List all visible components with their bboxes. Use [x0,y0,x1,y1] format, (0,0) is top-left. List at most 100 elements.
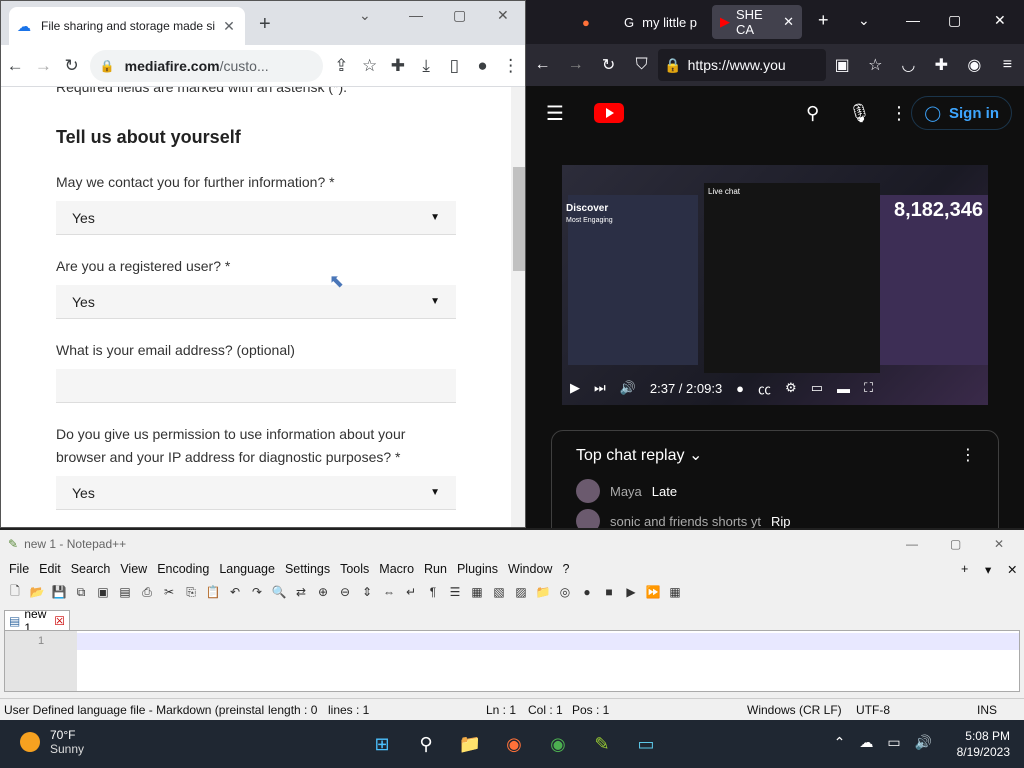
copy-icon[interactable]: ⎘ [182,585,200,600]
menu-help[interactable]: ? [557,562,574,576]
registered-select[interactable]: Yes ▼ [56,285,456,319]
redo-icon[interactable]: ↷ [248,585,266,599]
profile-icon[interactable]: ● [468,56,496,76]
reload-icon[interactable]: ↻ [592,55,625,75]
maximize-button[interactable]: ▢ [948,12,961,29]
save-icon[interactable]: 💾 [50,585,68,599]
extensions-icon[interactable]: ✚ [925,55,958,75]
volume-icon[interactable]: 🔊 [620,380,636,396]
back-icon[interactable]: ← [1,56,29,76]
editor-area[interactable]: 1 [4,630,1020,692]
more-options-icon[interactable]: ⋮ [960,445,976,465]
reload-icon[interactable]: ↻ [57,56,85,76]
close-all-icon[interactable]: ▤ [116,585,134,599]
address-bar[interactable]: 🔒 https://www.you [658,49,826,81]
minimize-button[interactable]: — [906,12,920,28]
menu-icon[interactable]: ⋮ [497,56,525,76]
dropdown-icon[interactable]: ▾ [980,562,996,577]
new-file-icon[interactable]: 🗋 [6,582,24,603]
more-options-icon[interactable]: ⋮ [890,103,908,124]
close-tab-icon[interactable]: ✕ [783,14,794,30]
open-file-icon[interactable]: 📂 [28,585,46,599]
video-player[interactable]: Live chat Discover Most Engaging 8,182,3… [562,165,988,405]
chrome-icon[interactable]: ◉ [542,728,574,760]
volume-icon[interactable]: 🔊 [915,734,932,751]
maximize-button[interactable]: ▢ [950,537,961,551]
page-scrollbar[interactable] [511,87,525,527]
forward-icon[interactable]: → [559,56,592,74]
play-icon[interactable]: ▶ [570,380,580,396]
menu-file[interactable]: File [4,562,34,576]
shield-icon[interactable]: ⛉ [625,56,658,74]
close-window-button[interactable]: ✕ [994,537,1004,551]
theater-icon[interactable]: ▬ [837,381,850,396]
remote-desktop-icon[interactable]: ▭ [630,728,662,760]
menu-plugins[interactable]: Plugins [452,562,503,576]
save-macro-icon[interactable]: ▦ [666,585,684,599]
download-icon[interactable]: ⤓ [412,56,440,76]
tab-list-icon[interactable]: ⌄ [858,12,870,29]
forward-icon[interactable]: → [29,56,57,76]
tab-new-1[interactable]: ▤ new 1 ☒ [4,607,70,635]
share-icon[interactable]: ⇪ [327,56,355,76]
permission-select[interactable]: Yes ▼ [56,476,456,510]
next-icon[interactable]: ⏭ [594,380,606,396]
account-icon[interactable]: ◉ [958,55,991,75]
extensions-icon[interactable]: ✚ [384,56,412,76]
doc-map-icon[interactable]: ▧ [490,585,508,599]
tab-search-icon[interactable]: ⌄ [359,7,371,24]
folder-icon[interactable]: 📁 [534,585,552,599]
find-icon[interactable]: 🔍 [270,585,288,599]
menu-run[interactable]: Run [419,562,452,576]
minimize-button[interactable]: — [409,7,423,23]
sync-v-icon[interactable]: ⇕ [358,585,376,599]
undo-icon[interactable]: ↶ [226,585,244,599]
close-tab-icon[interactable]: ☒ [54,614,65,628]
play-multi-icon[interactable]: ⏩ [644,585,662,599]
autoplay-toggle-icon[interactable]: ● [736,381,744,396]
microphone-icon[interactable]: 🎙 [848,103,871,124]
maximize-button[interactable]: ▢ [453,7,466,24]
chrome-tab-mediafire[interactable]: ☁ File sharing and storage made si ✕ [9,7,245,45]
firefox-icon[interactable]: ◉ [498,728,530,760]
address-bar[interactable]: 🔒 mediafire.com /custo... [89,49,324,82]
network-icon[interactable]: ▭ [887,734,900,751]
cloud-off-icon[interactable]: ☁ [859,734,873,751]
menu-edit[interactable]: Edit [34,562,66,576]
fullscreen-icon[interactable]: ⛶ [864,380,873,396]
tab-youtube[interactable]: ▶ SHE CA ✕ [712,5,802,39]
captions-icon[interactable]: ㏄ [758,379,771,398]
new-tab-button[interactable]: + [259,13,271,36]
menu-language[interactable]: Language [214,562,280,576]
firefox-view-tab[interactable]: ● [574,5,598,39]
windows-start-icon[interactable]: ⊞ [366,728,398,760]
indent-guide-icon[interactable]: ☰ [446,585,464,599]
monitor-icon[interactable]: ◎ [556,585,574,599]
replace-icon[interactable]: ⇄ [292,585,310,599]
print-icon[interactable]: ⎙ [138,585,156,600]
notepadpp-icon[interactable]: ✎ [586,728,618,760]
menu-settings[interactable]: Settings [280,562,335,576]
menu-search[interactable]: Search [66,562,116,576]
zoom-in-icon[interactable]: ⊕ [314,585,332,599]
close-tab-icon[interactable]: ✕ [221,18,237,35]
settings-gear-icon[interactable]: ⚙ [785,380,797,396]
menu-view[interactable]: View [115,562,152,576]
contact-select[interactable]: Yes ▼ [56,201,456,235]
weather-widget[interactable]: 70°F Sunny [20,728,84,756]
play-macro-icon[interactable]: ▶ [622,585,640,599]
stop-icon[interactable]: ■ [600,585,618,599]
close-icon[interactable]: ▣ [94,585,112,599]
close-doc-icon[interactable]: ✕ [1002,562,1022,577]
youtube-logo[interactable] [594,103,624,123]
search-icon[interactable]: ⚲ [410,728,442,760]
pocket-icon[interactable]: ◡ [892,55,925,75]
chat-replay-dropdown[interactable]: Top chat replay ⌄ [576,445,702,465]
menu-tools[interactable]: Tools [335,562,374,576]
pip-icon[interactable]: ▣ [826,55,859,75]
clock[interactable]: 5:08 PM 8/19/2023 [957,728,1010,760]
search-icon[interactable]: ⚲ [806,103,819,124]
func-list-icon[interactable]: ▨ [512,585,530,599]
wrap-icon[interactable]: ↵ [402,585,420,599]
close-window-button[interactable]: ✕ [497,7,509,24]
